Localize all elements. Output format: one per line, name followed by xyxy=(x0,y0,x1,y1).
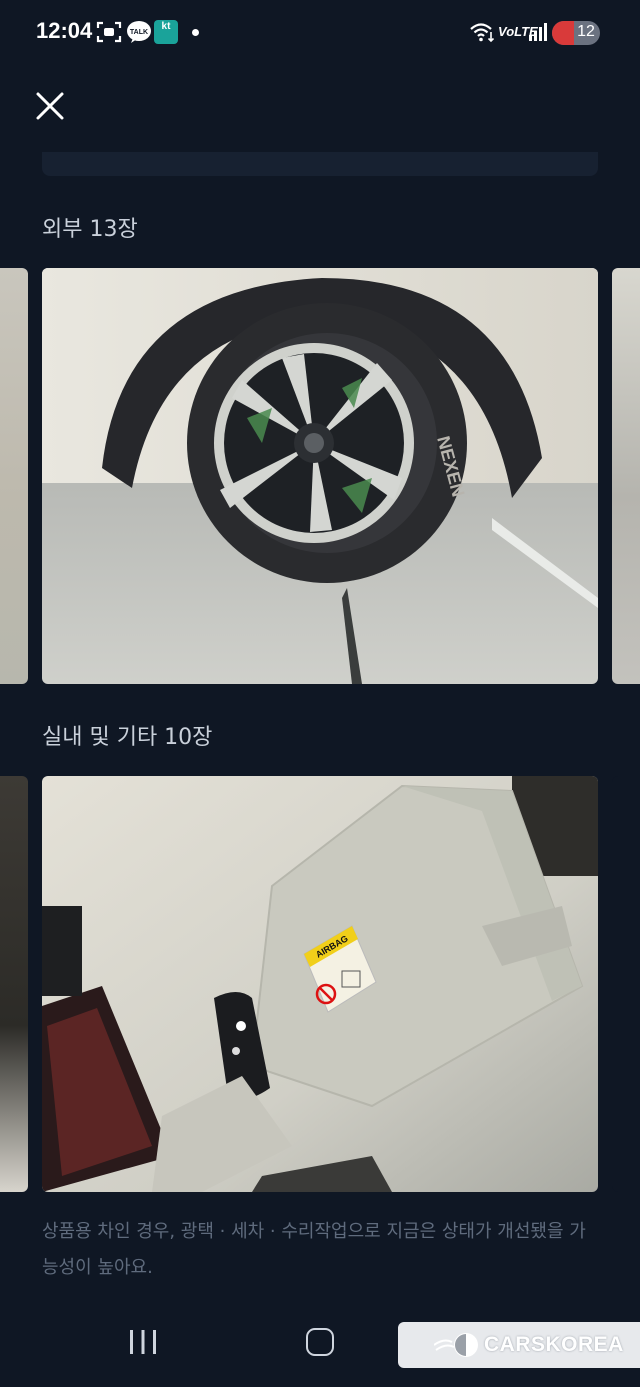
carskorea-logo-icon xyxy=(434,1333,478,1357)
watermark-text: CARSKOREA xyxy=(484,1333,624,1356)
interior-ceiling-photo: AIRBAG xyxy=(42,776,598,1192)
signal-icon xyxy=(529,23,547,41)
section-title-exterior: 외부 13장 xyxy=(42,217,138,242)
carskorea-watermark: CARSKOREA xyxy=(398,1322,640,1368)
carousel-prev-photo[interactable] xyxy=(0,268,28,684)
status-time: 12:04 xyxy=(36,18,93,43)
tire-wheel-photo: NEXEN xyxy=(42,268,598,684)
close-icon[interactable] xyxy=(30,86,70,126)
condition-note: 상품용 차인 경우, 광택 · 세차 · 수리작업으로 지금은 상태가 개선됐을… xyxy=(42,1221,586,1278)
carousel-prev-photo[interactable] xyxy=(0,776,28,1192)
home-button[interactable] xyxy=(306,1328,334,1356)
kt-icon: kt xyxy=(154,20,178,44)
section-title-interior: 실내 및 기타 10장 xyxy=(42,725,213,750)
recent-apps-button[interactable] xyxy=(128,1329,158,1355)
battery-level-fill xyxy=(552,21,574,45)
carousel-next-photo[interactable] xyxy=(612,776,640,1192)
battery-indicator: 12 xyxy=(552,21,600,45)
svg-text:TALK: TALK xyxy=(130,29,148,36)
carousel-next-photo[interactable] xyxy=(612,268,640,684)
wifi-icon xyxy=(470,23,495,43)
status-bar: 12:04 TALK kt VoLTE 12 xyxy=(0,0,640,66)
battery-percent: 12 xyxy=(577,23,595,40)
previous-section-edge xyxy=(42,152,598,176)
interior-photo-ceiling[interactable]: AIRBAG xyxy=(42,776,598,1192)
exterior-photo-tire-wheel[interactable]: NEXEN xyxy=(42,268,598,684)
kakaotalk-icon: TALK xyxy=(127,21,151,43)
screenshot-icon xyxy=(96,21,122,43)
notification-dot xyxy=(192,29,199,36)
